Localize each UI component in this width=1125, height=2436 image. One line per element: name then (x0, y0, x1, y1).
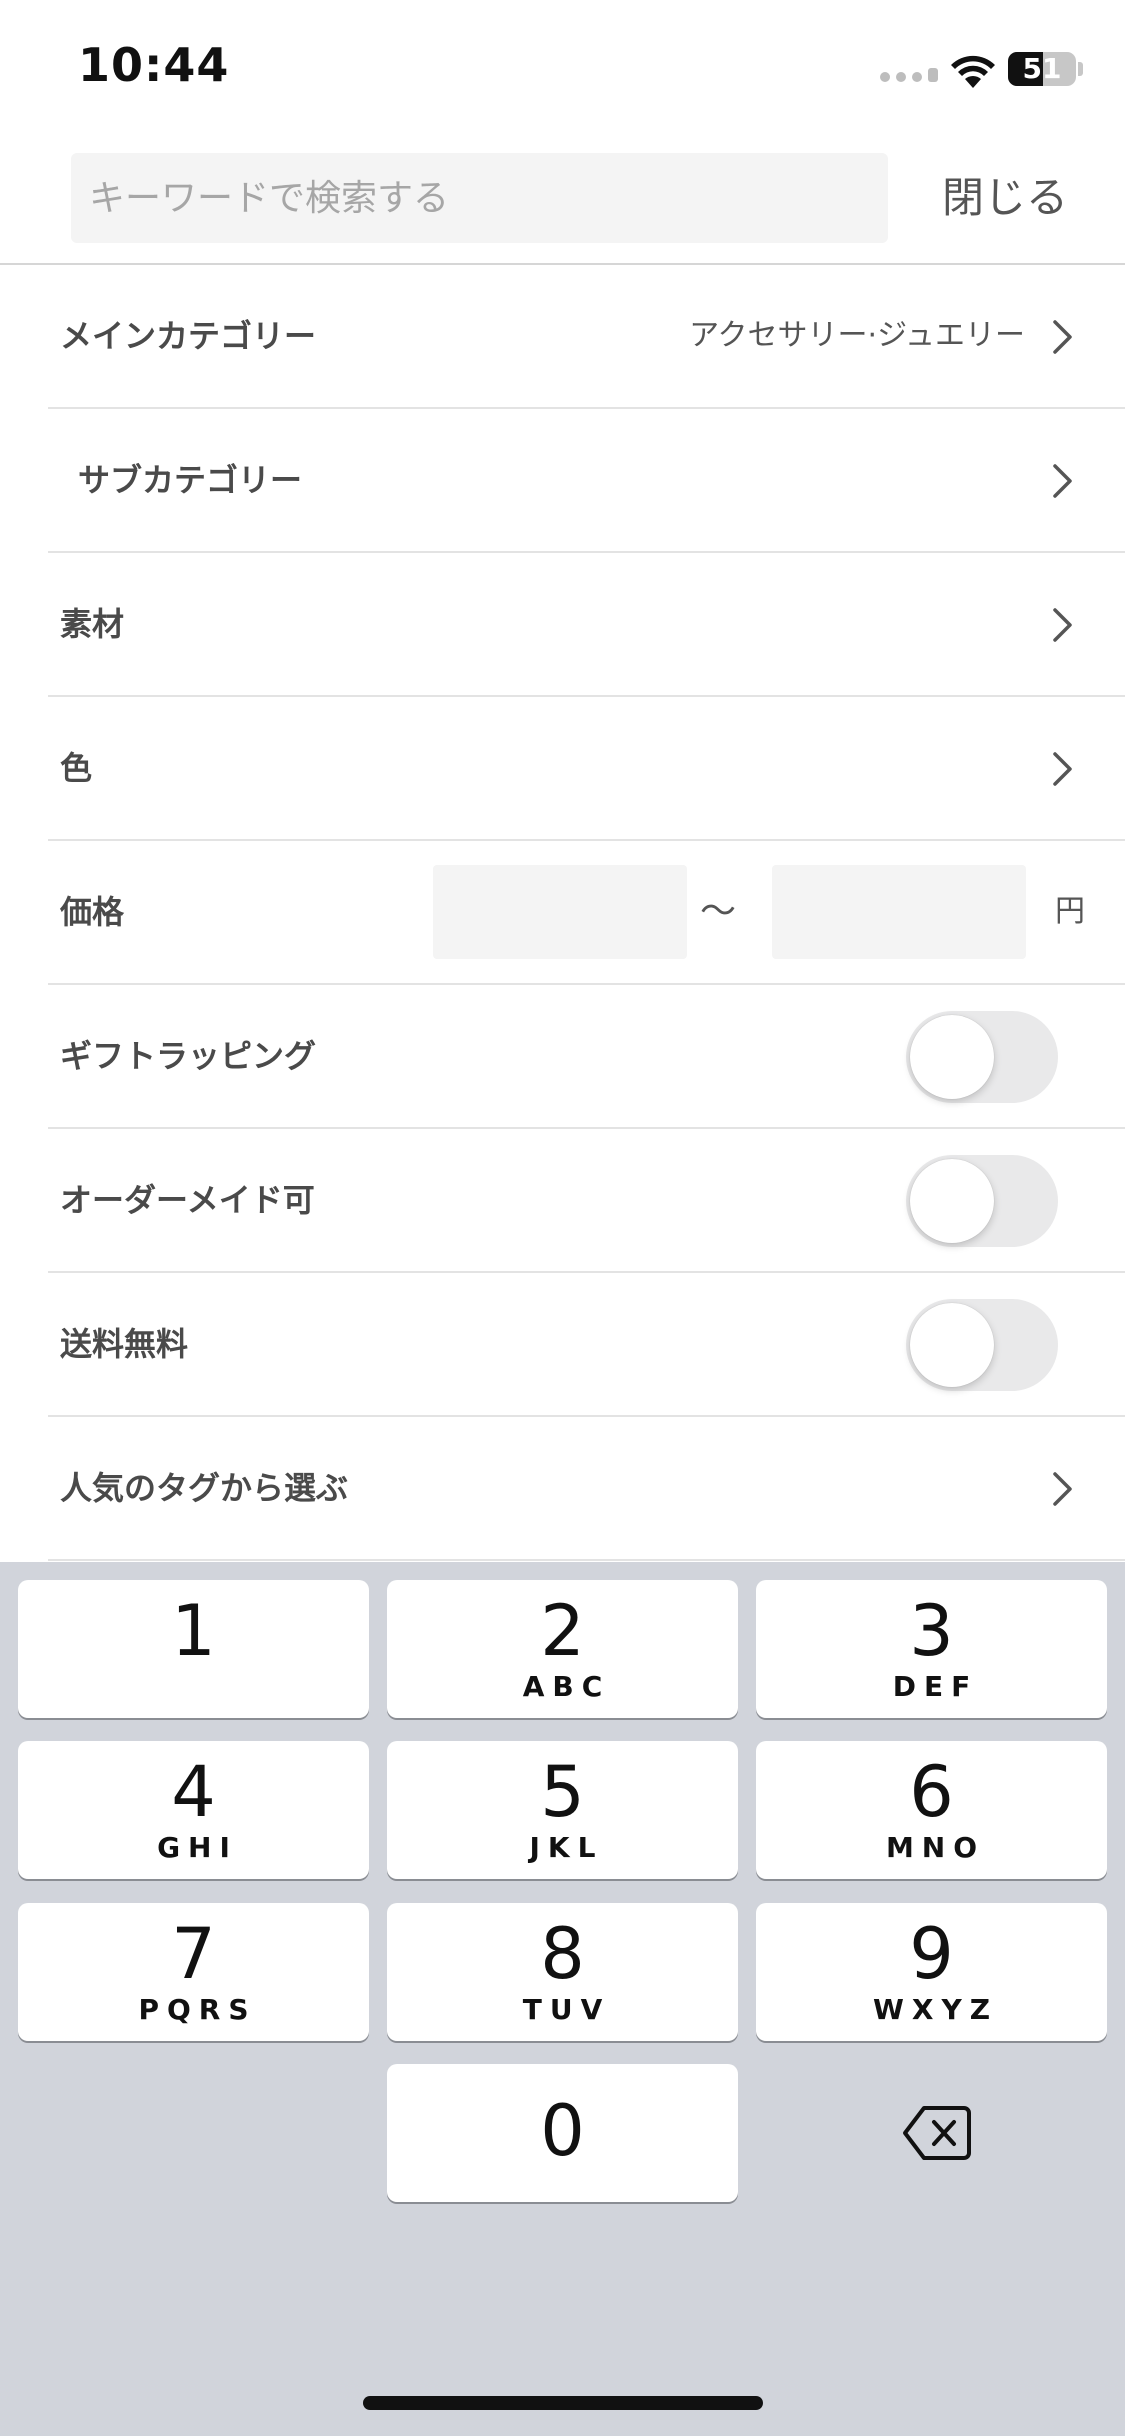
battery-tip (1078, 62, 1083, 76)
key-5[interactable]: 5 JKL (387, 1741, 738, 1879)
color-label: 色 (60, 749, 93, 787)
key-digit: 6 (909, 1751, 954, 1833)
key-7[interactable]: 7 PQRS (18, 1903, 369, 2041)
filter-row-sub-category[interactable]: サブカテゴリー (48, 409, 1125, 553)
price-label: 価格 (60, 893, 125, 931)
gift-wrapping-label: ギフトラッピング (60, 1037, 317, 1075)
key-6[interactable]: 6 MNO (756, 1741, 1107, 1879)
key-digit: 4 (171, 1751, 216, 1833)
filter-row-made-to-order: オーダーメイド可 (48, 1129, 1125, 1273)
key-digit: 8 (540, 1913, 585, 1995)
filter-row-price: 価格 〜 円 (48, 841, 1125, 985)
filter-row-popular-tags[interactable]: 人気のタグから選ぶ (48, 1417, 1125, 1561)
status-bar: 10:44 51 (0, 0, 1125, 140)
toggle-knob (910, 1303, 994, 1387)
filter-row-free-shipping: 送料無料 (48, 1273, 1125, 1417)
close-button[interactable]: 閉じる (930, 168, 1080, 228)
made-to-order-label: オーダーメイド可 (60, 1181, 315, 1219)
key-digit: 2 (540, 1590, 585, 1672)
chevron-right-icon (1053, 1472, 1072, 1506)
gift-wrapping-toggle[interactable] (906, 1011, 1058, 1103)
free-shipping-label: 送料無料 (60, 1325, 189, 1363)
key-letters: TUV (522, 1993, 611, 2026)
delete-backspace-icon (903, 2106, 971, 2160)
filter-row-color[interactable]: 色 (48, 697, 1125, 841)
key-digit: 9 (909, 1913, 954, 1995)
filter-row-main-category[interactable]: メインカテゴリー アクセサリー·ジュエリー (48, 265, 1125, 409)
wifi-icon (951, 55, 995, 88)
main-category-value: アクセサリー·ジュエリー (689, 318, 1025, 353)
key-letters: JKL (529, 1831, 604, 1864)
toggle-knob (910, 1159, 994, 1243)
chevron-right-icon (1053, 608, 1072, 642)
key-3[interactable]: 3 DEF (756, 1580, 1107, 1718)
popular-tags-label: 人気のタグから選ぶ (60, 1469, 349, 1507)
battery-icon: 51 (1008, 52, 1076, 86)
key-8[interactable]: 8 TUV (387, 1903, 738, 2041)
chevron-right-icon (1053, 464, 1072, 498)
key-letters: ABC (522, 1670, 611, 1703)
key-digit: 0 (540, 2090, 585, 2172)
made-to-order-toggle[interactable] (906, 1155, 1058, 1247)
free-shipping-toggle[interactable] (906, 1299, 1058, 1391)
filter-list: メインカテゴリー アクセサリー·ジュエリー サブカテゴリー 素材 色 価格 〜 … (0, 265, 1125, 1561)
key-letters: DEF (892, 1670, 979, 1703)
key-9[interactable]: 9 WXYZ (756, 1903, 1107, 2041)
search-header: 閉じる (0, 140, 1125, 265)
key-digit: 5 (540, 1751, 585, 1833)
price-unit: 円 (1055, 894, 1085, 929)
status-time: 10:44 (78, 38, 230, 92)
key-digit: 3 (909, 1590, 954, 1672)
cellular-signal-icon (880, 68, 938, 82)
price-min-input[interactable] (433, 865, 687, 959)
filter-row-gift-wrapping: ギフトラッピング (48, 985, 1125, 1129)
delete-key[interactable] (756, 2064, 1107, 2202)
price-range-separator: 〜 (700, 891, 737, 932)
home-indicator (363, 2396, 763, 2410)
key-letters: GHI (157, 1831, 238, 1864)
key-4[interactable]: 4 GHI (18, 1741, 369, 1879)
chevron-right-icon (1053, 752, 1072, 786)
material-label: 素材 (60, 605, 125, 643)
numeric-keyboard: 1 2 ABC 3 DEF 4 GHI 5 JKL 6 MNO 7 PQRS 8… (0, 1562, 1125, 2436)
key-1[interactable]: 1 (18, 1580, 369, 1718)
main-category-label: メインカテゴリー (60, 317, 317, 355)
key-letters: MNO (885, 1831, 986, 1864)
key-0[interactable]: 0 (387, 2064, 738, 2202)
key-letters: PQRS (138, 1993, 257, 2026)
price-max-input[interactable] (772, 865, 1026, 959)
key-letters: WXYZ (872, 1993, 999, 2026)
filter-row-material[interactable]: 素材 (48, 553, 1125, 697)
search-input[interactable] (71, 153, 888, 243)
chevron-right-icon (1053, 320, 1072, 354)
key-digit: 1 (171, 1590, 216, 1672)
key-2[interactable]: 2 ABC (387, 1580, 738, 1718)
toggle-knob (910, 1015, 994, 1099)
battery-level: 51 (1022, 52, 1062, 85)
key-digit: 7 (171, 1913, 216, 1995)
sub-category-label: サブカテゴリー (78, 461, 303, 499)
